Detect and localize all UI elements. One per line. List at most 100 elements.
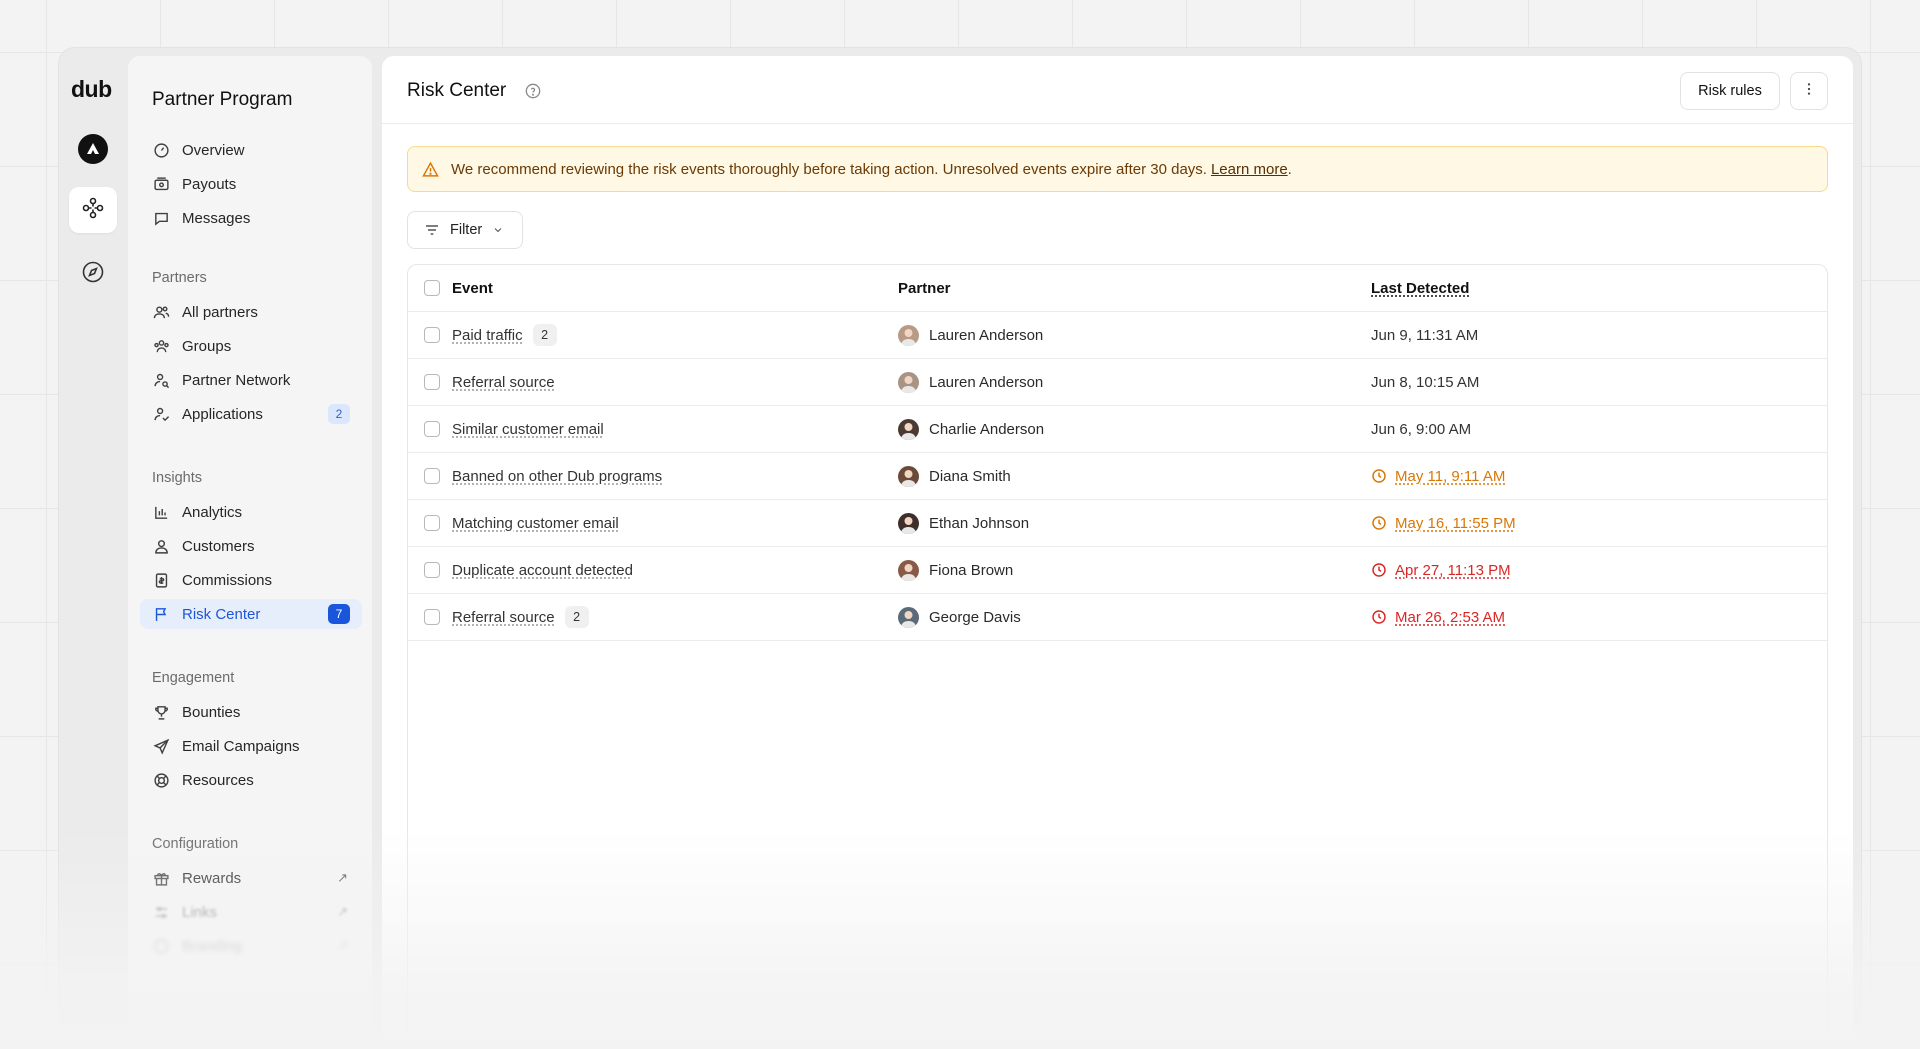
row-checkbox[interactable] (424, 609, 440, 625)
sidebar-item-branding[interactable]: Branding ↗ (140, 931, 362, 961)
sidebar-item-payouts[interactable]: Payouts (140, 169, 362, 199)
workspace-logo-icon (78, 134, 108, 164)
last-detected-date[interactable]: Apr 27, 11:13 PM (1395, 562, 1511, 579)
warning-text: We recommend reviewing the risk events t… (451, 160, 1207, 178)
event-link[interactable]: Banned on other Dub programs (452, 468, 662, 485)
sidebar-item-all-partners[interactable]: All partners (140, 297, 362, 327)
sidebar-item-commissions[interactable]: Commissions (140, 565, 362, 595)
partner-cell[interactable]: Ethan Johnson (898, 512, 1030, 534)
sliders-icon (152, 903, 170, 921)
sidebar-item-email-campaigns[interactable]: Email Campaigns (140, 731, 362, 761)
sidebar-item-rewards[interactable]: Rewards ↗ (140, 863, 362, 893)
partner-name: Fiona Brown (929, 561, 1014, 579)
sidebar-item-label: Groups (182, 337, 232, 355)
row-checkbox[interactable] (424, 421, 440, 437)
gift-icon (152, 869, 170, 887)
sidebar-item-analytics[interactable]: Analytics (140, 497, 362, 527)
sidebar-item-label: Analytics (182, 503, 243, 521)
column-header-event[interactable]: Event (452, 280, 493, 297)
last-detected-date[interactable]: May 11, 9:11 AM (1395, 468, 1505, 485)
last-detected-cell: Apr 27, 11:13 PM (1371, 562, 1511, 579)
filter-button[interactable]: Filter (407, 211, 523, 249)
partner-cell[interactable]: George Davis (898, 606, 1021, 628)
sidebar-item-bounties[interactable]: Bounties (140, 697, 362, 727)
risk-rules-button[interactable]: Risk rules (1680, 72, 1780, 110)
select-all-checkbox[interactable] (424, 280, 440, 296)
event-cell: Matching customer email (452, 515, 619, 532)
sidebar-item-overview[interactable]: Overview (140, 135, 362, 165)
event-link[interactable]: Duplicate account detected (452, 562, 633, 579)
sidebar-item-label: Links (182, 903, 218, 921)
clock-icon (1371, 562, 1387, 578)
partner-cell[interactable]: Lauren Anderson (898, 371, 1043, 393)
table-row[interactable]: Referral source 2 George Davis Mar 26, 2:53… (408, 594, 1827, 641)
row-checkbox[interactable] (424, 515, 440, 531)
partner-avatar (898, 512, 919, 534)
column-header-partner[interactable]: Partner (898, 280, 951, 297)
row-checkbox[interactable] (424, 374, 440, 390)
sidebar-item-messages[interactable]: Messages (140, 203, 362, 233)
sidebar-item-customers[interactable]: Customers (140, 531, 362, 561)
partner-avatar (898, 465, 919, 487)
last-detected-date[interactable]: Mar 26, 2:53 AM (1395, 609, 1505, 626)
sidebar-item-risk-center[interactable]: Risk Center 7 (140, 599, 362, 629)
external-link-icon: ↗ (337, 904, 348, 919)
event-link[interactable]: Referral source (452, 609, 555, 626)
help-icon[interactable] (525, 83, 541, 104)
partner-avatar (898, 559, 919, 581)
sidebar-item-partner-network[interactable]: Partner Network (140, 365, 362, 395)
table-row[interactable]: Paid traffic 2 Lauren Anderson Jun 9, 11:31… (408, 312, 1827, 359)
more-options-button[interactable] (1790, 72, 1828, 110)
bar-chart-icon (152, 503, 170, 521)
last-detected-date: Jun 9, 11:31 AM (1371, 326, 1479, 344)
event-cell: Banned on other Dub programs (452, 468, 662, 485)
table-row[interactable]: Banned on other Dub programs Diana Smith M… (408, 453, 1827, 500)
clock-icon (1371, 468, 1387, 484)
table-row[interactable]: Matching customer email Ethan Johnson May … (408, 500, 1827, 547)
partner-avatar (898, 418, 919, 440)
send-icon (152, 737, 170, 755)
table-row[interactable]: Similar customer email Charlie Anderson Ju… (408, 406, 1827, 453)
row-checkbox[interactable] (424, 468, 440, 484)
partner-cell[interactable]: Charlie Anderson (898, 418, 1044, 440)
palette-icon (152, 937, 170, 955)
sidebar-title: Partner Program (152, 89, 293, 110)
page-title: Risk Center (407, 80, 507, 101)
event-link[interactable]: Matching customer email (452, 515, 619, 532)
event-count-badge: 2 (564, 606, 589, 628)
column-header-last-detected[interactable]: Last Detected (1371, 280, 1469, 297)
invoice-icon (152, 571, 170, 589)
dub-logo[interactable]: dub (71, 76, 112, 103)
partner-cell[interactable]: Fiona Brown (898, 559, 1014, 581)
learn-more-link[interactable]: Learn more (1211, 161, 1288, 178)
table-row[interactable]: Referral source Lauren Anderson Jun 8, 10:… (408, 359, 1827, 406)
partner-name: Ethan Johnson (929, 514, 1030, 532)
workspace-avatar-button[interactable] (69, 126, 117, 172)
main-content: Risk Center Risk rules We recommend revi… (382, 56, 1853, 1049)
table-row[interactable]: Duplicate account detected Fiona Brown Apr… (408, 547, 1827, 594)
partner-avatar (898, 324, 919, 346)
last-detected-cell: Jun 8, 10:15 AM (1371, 374, 1479, 391)
sidebar-item-groups[interactable]: Groups (140, 331, 362, 361)
sidebar-item-resources[interactable]: Resources (140, 765, 362, 795)
last-detected-date[interactable]: May 16, 11:55 PM (1395, 515, 1516, 532)
filter-icon (424, 222, 440, 238)
users-group-icon (152, 337, 170, 355)
partner-cell[interactable]: Diana Smith (898, 465, 1011, 487)
partner-cell[interactable]: Lauren Anderson (898, 324, 1044, 346)
row-checkbox[interactable] (424, 327, 440, 343)
partner-name: Diana Smith (929, 467, 1011, 485)
sidebar-item-applications[interactable]: Applications 2 (140, 399, 362, 429)
explore-rail-button[interactable] (69, 251, 117, 297)
event-link[interactable]: Referral source (452, 374, 555, 391)
external-link-icon: ↗ (337, 938, 348, 953)
event-link[interactable]: Similar customer email (452, 421, 604, 438)
partner-name: Lauren Anderson (929, 326, 1044, 344)
trophy-icon (152, 703, 170, 721)
partner-program-rail-button[interactable] (69, 187, 117, 233)
sidebar-item-links[interactable]: Links ↗ (140, 897, 362, 927)
event-link[interactable]: Paid traffic (452, 327, 523, 344)
page-header: Risk Center Risk rules (382, 56, 1853, 124)
row-checkbox[interactable] (424, 562, 440, 578)
risk-events-table: Event Partner Last Detected Paid traffic… (407, 264, 1828, 1049)
